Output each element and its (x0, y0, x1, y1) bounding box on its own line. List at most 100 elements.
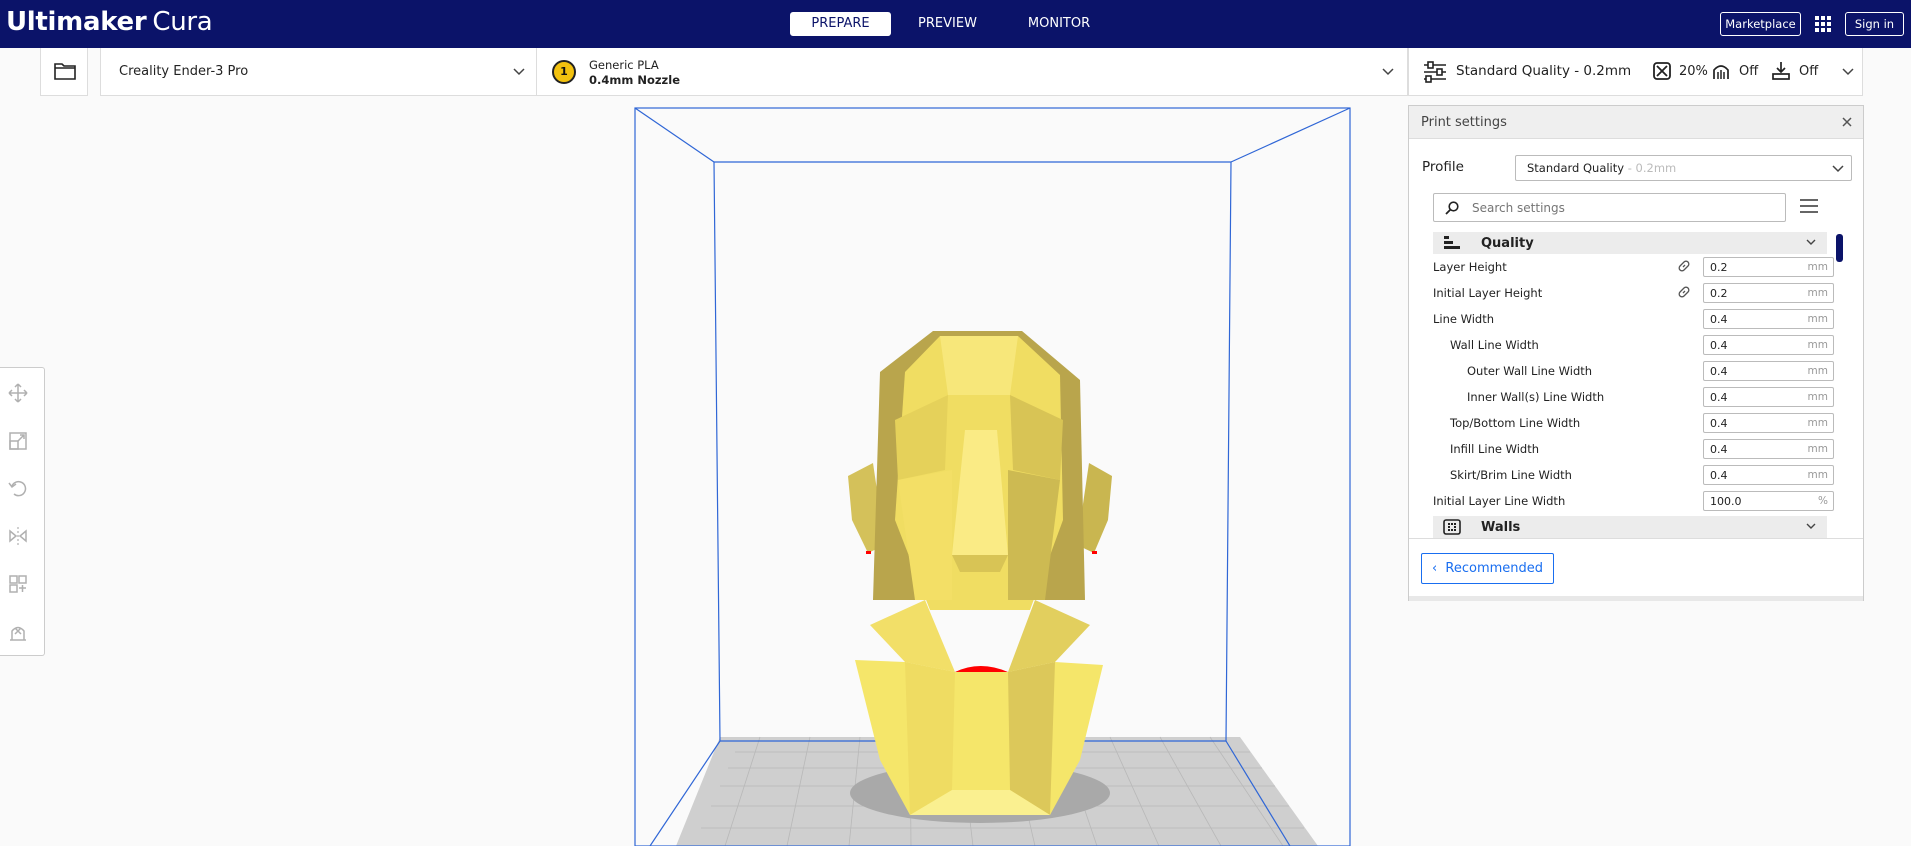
setting-top-bottom-line-width: Top/Bottom Line Width 0.4 mm (1433, 412, 1834, 433)
folder-icon (54, 63, 76, 80)
setting-label: Layer Height (1433, 260, 1507, 274)
profile-value: Standard Quality (1527, 161, 1625, 175)
setting-label: Initial Layer Height (1433, 286, 1543, 300)
settings-list: Quality Layer Height 0.2 mm Initial Layer… (1409, 232, 1863, 538)
settings-scrollbar[interactable] (1836, 234, 1843, 262)
setting-label: Top/Bottom Line Width (1450, 416, 1581, 430)
top-bottom-line-width-field[interactable]: 0.4 mm (1703, 413, 1834, 433)
recommended-mode-button[interactable]: ‹ Recommended (1421, 553, 1554, 584)
per-model-settings-icon[interactable] (8, 574, 28, 594)
chevron-left-icon: ‹ (1431, 561, 1446, 576)
adhesion-icon (1772, 62, 1790, 80)
setting-line-width: Line Width 0.4 mm (1433, 308, 1834, 329)
support-blocker-icon[interactable] (8, 622, 28, 642)
material-selector[interactable]: 1 Generic PLA 0.4mm Nozzle (537, 48, 1408, 96)
setting-value: 0.4 (1710, 417, 1728, 430)
search-icon (1445, 201, 1459, 215)
wall-line-width-field[interactable]: 0.4 mm (1703, 335, 1834, 355)
chevron-down-icon (1806, 239, 1816, 245)
marketplace-button[interactable]: Marketplace (1720, 12, 1801, 36)
settings-title: Print settings (1421, 115, 1507, 130)
tab-prepare[interactable]: PREPARE (790, 12, 891, 36)
search-settings-field[interactable] (1433, 193, 1786, 222)
infill-line-width-field[interactable]: 0.4 mm (1703, 439, 1834, 459)
quality-icon (1444, 236, 1460, 249)
sign-in-button[interactable]: Sign in (1845, 12, 1904, 36)
link-icon[interactable] (1677, 259, 1691, 273)
tab-monitor[interactable]: MONITOR (1018, 12, 1100, 36)
walls-icon (1443, 519, 1461, 535)
move-icon[interactable] (8, 383, 28, 403)
print-settings-panel: Print settings Profile Standard Quality … (1408, 105, 1864, 601)
setting-outer-wall-line-width: Outer Wall Line Width 0.4 mm (1433, 360, 1834, 381)
setting-label: Outer Wall Line Width (1467, 364, 1593, 378)
setting-unit: mm (1807, 339, 1828, 351)
setting-unit: mm (1807, 391, 1828, 403)
settings-header: Print settings (1409, 106, 1863, 139)
setting-unit: mm (1807, 365, 1828, 377)
mirror-icon[interactable] (8, 526, 28, 546)
setting-wall-line-width: Wall Line Width 0.4 mm (1433, 334, 1834, 355)
setting-label: Skirt/Brim Line Width (1450, 468, 1572, 482)
setting-unit: mm (1807, 287, 1828, 299)
layer-height-field[interactable]: 0.2 mm (1703, 257, 1834, 277)
category-label: Quality (1481, 236, 1534, 251)
setting-label: Infill Line Width (1450, 442, 1540, 456)
recommended-label: Recommended (1445, 561, 1544, 576)
brand-bold: Ultimaker (6, 7, 147, 37)
setting-unit: mm (1807, 417, 1828, 429)
setting-value: 0.4 (1710, 365, 1728, 378)
category-quality[interactable]: Quality (1433, 232, 1827, 254)
setting-value: 0.2 (1710, 261, 1728, 274)
infill-icon (1653, 62, 1671, 80)
setting-label: Line Width (1433, 312, 1495, 326)
close-icon[interactable] (1841, 116, 1853, 128)
support-icon (1713, 65, 1729, 79)
chevron-down-icon (1842, 68, 1854, 76)
setting-layer-height: Layer Height 0.2 mm (1433, 256, 1834, 277)
setting-value: 0.4 (1710, 313, 1728, 326)
support-value: Off (1739, 64, 1759, 79)
link-icon[interactable] (1677, 285, 1691, 299)
category-label: Walls (1481, 520, 1521, 535)
setting-value: 0.2 (1710, 287, 1728, 300)
category-walls[interactable]: Walls (1433, 516, 1827, 538)
open-file-button[interactable] (40, 48, 88, 96)
setting-unit: % (1818, 495, 1828, 507)
search-input[interactable] (1472, 199, 1772, 217)
setting-unit: mm (1807, 261, 1828, 273)
setting-value: 0.4 (1710, 443, 1728, 456)
outer-wall-line-width-field[interactable]: 0.4 mm (1703, 361, 1834, 381)
initial-layer-height-field[interactable]: 0.2 mm (1703, 283, 1834, 303)
app-logo: Ultimaker Cura (6, 7, 213, 37)
setting-label: Inner Wall(s) Line Width (1467, 390, 1605, 404)
line-width-field[interactable]: 0.4 mm (1703, 309, 1834, 329)
chevron-down-icon (1806, 523, 1816, 529)
profile-select[interactable]: Standard Quality - 0.2mm (1515, 155, 1852, 181)
setting-value: 0.4 (1710, 469, 1728, 482)
chevron-down-icon (513, 68, 525, 76)
printer-name: Creality Ender-3 Pro (119, 64, 249, 79)
extruder-badge: 1 (552, 60, 576, 84)
setting-inner-wall-line-width: Inner Wall(s) Line Width 0.4 mm (1433, 386, 1834, 407)
3d-viewport[interactable] (600, 100, 1360, 846)
initial-layer-line-width-field[interactable]: 100.0% (1703, 491, 1834, 511)
setting-unit: mm (1807, 313, 1828, 325)
panel-resize-handle[interactable] (1409, 596, 1863, 601)
print-setup-selector[interactable]: Standard Quality - 0.2mm 20% Off Off (1408, 48, 1863, 96)
apps-grid-icon[interactable] (1814, 15, 1832, 33)
tab-preview[interactable]: PREVIEW (905, 12, 990, 36)
skirt-brim-line-width-field[interactable]: 0.4 mm (1703, 465, 1834, 485)
setting-skirt-brim-line-width: Skirt/Brim Line Width 0.4 mm (1433, 464, 1834, 485)
setting-infill-line-width: Infill Line Width 0.4 mm (1433, 438, 1834, 459)
nozzle-name: 0.4mm Nozzle (589, 73, 680, 87)
rotate-icon[interactable] (8, 478, 28, 498)
printer-selector[interactable]: Creality Ender-3 Pro (100, 48, 537, 96)
scale-icon[interactable] (8, 431, 28, 451)
menu-icon[interactable] (1799, 198, 1819, 214)
setting-initial-layer-line-width: Initial Layer Line Width 100.0% (1433, 490, 1834, 511)
chevron-down-icon (1382, 68, 1394, 76)
inner-wall-line-width-field[interactable]: 0.4 mm (1703, 387, 1834, 407)
brand-light: Cura (152, 7, 213, 37)
setting-value: 0.4 (1710, 391, 1728, 404)
